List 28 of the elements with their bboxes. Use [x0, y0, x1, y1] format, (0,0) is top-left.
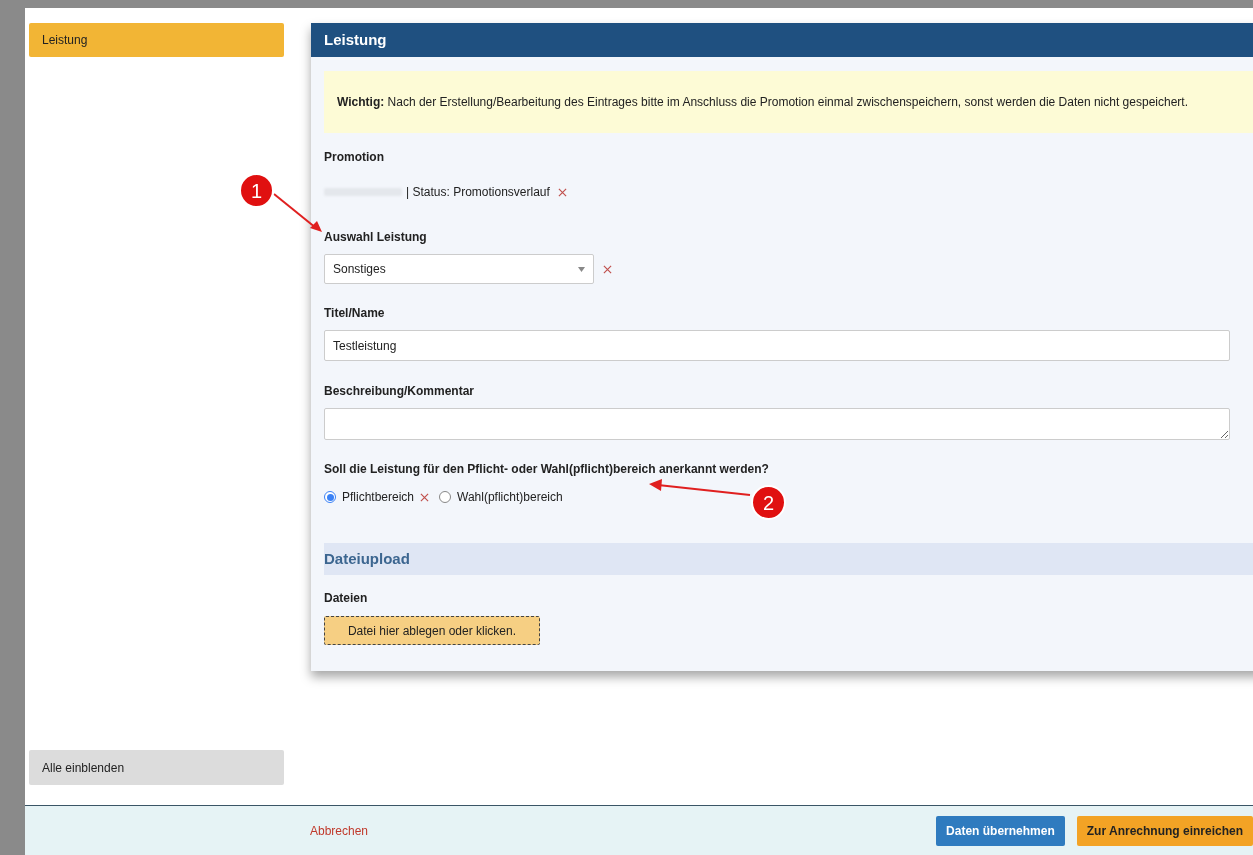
select-field[interactable]: Sonstiges	[324, 254, 594, 284]
footer-button[interactable]: Zur Anrechnung einreichen	[1076, 815, 1253, 846]
field-label: Beschreibung/Kommentar	[324, 383, 476, 400]
radio-button[interactable]	[324, 491, 336, 503]
sidebar-item[interactable]: Leistung	[29, 23, 284, 57]
question-label: Soll die Leistung für den Pflicht- oder Wahl(pflicht)bereich anerkannt werden?	[324, 461, 770, 478]
caret-icon	[578, 266, 585, 272]
file-dropzone[interactable]: Datei hier ablegen oder klicken.	[324, 616, 540, 645]
panel-title: Leistung	[324, 29, 387, 50]
footer-button[interactable]: Daten übernehmen	[936, 815, 1065, 846]
cancel-link[interactable]: Abbrechen	[310, 821, 369, 840]
title-input[interactable]: Testleistung	[324, 330, 1230, 361]
show-all-button[interactable]: Alle einblenden	[29, 750, 284, 785]
radio-option[interactable]: Pflichtbereich	[324, 488, 415, 506]
radio-button[interactable]	[439, 491, 452, 503]
field-label: Dateien	[324, 590, 369, 607]
clear-icon[interactable]	[557, 187, 567, 197]
clear-icon[interactable]	[603, 264, 612, 274]
field-label: Titel/Name	[324, 305, 386, 322]
annotation-arrow	[272, 192, 324, 234]
radio-option[interactable]: Wahl(pflicht)bereich	[439, 488, 563, 506]
notice-text: Wichtig: Nach der Erstellung/Bearbeitung des Eintrages bitte im Anschluss die Promotion einmal zwischenspeichern, sonst werden die Daten nicht gespeichert.	[337, 94, 1188, 111]
clear-icon[interactable]	[420, 492, 430, 502]
field-label: Auswahl Leistung	[324, 229, 428, 246]
promotion-value: | Status: Promotionsverlauf	[406, 184, 550, 201]
field-label: Promotion	[324, 149, 385, 166]
section-title: Dateiupload	[324, 548, 410, 569]
select-value: Sonstiges	[333, 261, 386, 278]
